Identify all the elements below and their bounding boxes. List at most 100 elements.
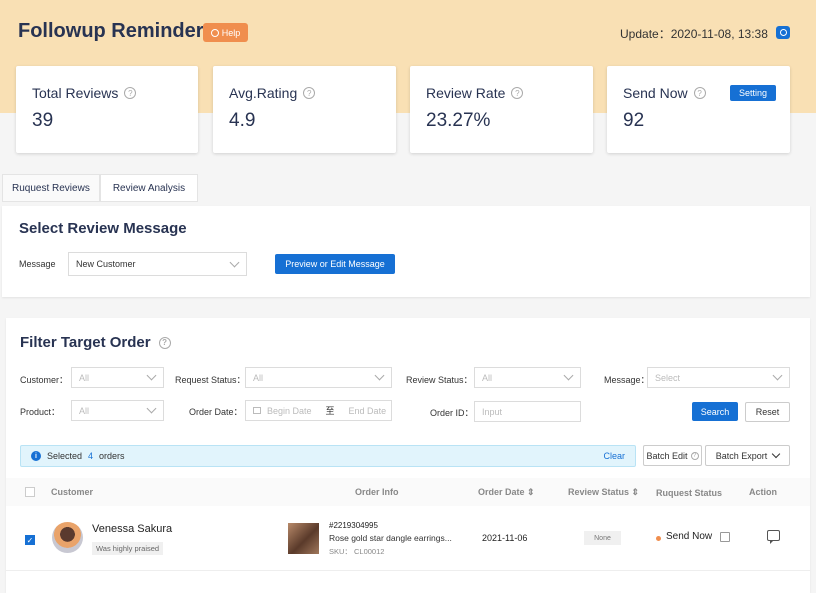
customer-label: Customer： <box>20 375 69 385</box>
stat-card-avg-rating: Avg.Rating? 4.9 <box>213 66 396 153</box>
product-thumbnail <box>288 523 319 554</box>
message-filter-select[interactable]: Select <box>647 367 790 388</box>
setting-button[interactable]: Setting <box>730 85 776 101</box>
tab-review-analysis[interactable]: Review Analysis <box>99 174 199 202</box>
product-sku: SKU： CL00012 <box>329 547 385 556</box>
selected-suffix: orders <box>99 451 125 461</box>
message-filter-label: Message： <box>604 375 650 385</box>
filter-order-card: Filter Target Order ? Customer： All Requ… <box>6 318 810 593</box>
customer-select-value: All <box>79 372 90 383</box>
customer-tag: Was highly praised <box>92 542 164 555</box>
question-icon[interactable]: ? <box>303 87 316 99</box>
stat-value: 92 <box>623 110 645 131</box>
column-order-date[interactable]: Order Date ⇕ <box>478 487 535 498</box>
begin-date-input[interactable]: Begin Date <box>267 406 312 416</box>
status-dot-icon <box>656 536 661 541</box>
select-message-card: Select Review Message Message New Custom… <box>2 206 810 297</box>
column-action: Action <box>749 487 777 497</box>
refresh-icon <box>779 29 787 36</box>
order-id-placeholder: Input <box>482 406 503 417</box>
chevron-down-icon <box>146 403 157 414</box>
order-id-label: Order ID： <box>430 408 474 418</box>
request-status-value: All <box>253 372 264 383</box>
preview-edit-message-button[interactable]: Preview or Edit Message <box>275 254 395 274</box>
selected-count: 4 <box>88 451 94 461</box>
page-title: Followup Reminder <box>18 20 204 42</box>
help-icon <box>210 28 219 37</box>
customer-select[interactable]: All <box>71 367 164 388</box>
column-customer: Customer <box>51 487 94 497</box>
stat-label: Total Reviews <box>32 85 119 101</box>
calendar-icon <box>253 407 261 414</box>
row-checkbox[interactable]: ✓ <box>25 535 35 545</box>
chevron-down-icon <box>772 449 781 459</box>
help-label: Help <box>221 27 241 38</box>
review-status-value: All <box>482 372 493 383</box>
message-select[interactable]: New Customer <box>68 252 247 276</box>
request-status: Send Now <box>666 531 713 542</box>
stat-card-review-rate: Review Rate? 23.27% <box>410 66 593 153</box>
order-date-label: Order Date： <box>189 407 243 417</box>
section-title: Filter Target Order ? <box>20 334 171 351</box>
question-icon: ? <box>690 451 699 460</box>
chevron-down-icon <box>563 370 574 381</box>
clear-selection-link[interactable]: Clear <box>603 451 625 461</box>
table-row: ✓ Venessa Sakura Was highly praised #221… <box>6 506 810 571</box>
section-title: Select Review Message <box>19 220 187 237</box>
column-request-status: Ruquest Status <box>656 488 723 498</box>
help-button[interactable]: Help <box>203 23 248 42</box>
question-icon[interactable]: ? <box>124 87 137 99</box>
column-review-status[interactable]: Review Status ⇕ <box>568 487 639 498</box>
selected-prefix: Selected <box>47 451 83 461</box>
review-status-select[interactable]: All <box>474 367 581 388</box>
product-select[interactable]: All <box>71 400 164 421</box>
update-timestamp: Update：2020-11-08, 13:38 <box>620 27 768 41</box>
order-id-input[interactable]: Input <box>474 401 581 422</box>
refresh-button[interactable] <box>776 26 790 39</box>
stat-label: Send Now <box>623 85 688 101</box>
customer-name[interactable]: Venessa Sakura <box>92 523 172 535</box>
chevron-down-icon <box>374 370 385 381</box>
selection-alert: i Selected 4 orders Clear <box>20 445 636 467</box>
stat-card-send-now: Send Now? Setting 92 <box>607 66 790 153</box>
product-name: Rose gold star dangle earrings... <box>329 533 452 543</box>
filter-title: Filter Target Order <box>20 334 151 351</box>
product-select-value: All <box>79 405 90 416</box>
date-separator: 至 <box>325 406 335 416</box>
select-all-checkbox[interactable] <box>25 487 35 497</box>
stat-value: 39 <box>32 110 54 131</box>
review-status-label: Review Status： <box>406 375 473 385</box>
batch-edit-label: Batch Edit <box>646 450 688 461</box>
message-icon[interactable] <box>767 530 780 544</box>
edit-icon[interactable] <box>720 532 730 542</box>
avatar <box>52 522 83 553</box>
order-date-range[interactable]: Begin Date 至 End Date <box>245 400 392 421</box>
tab-request-reviews[interactable]: Ruquest Reviews <box>2 174 100 202</box>
tab-bar: Ruquest Reviews Review Analysis <box>2 174 199 202</box>
info-icon: i <box>31 451 41 461</box>
review-status-badge: None <box>584 531 621 545</box>
stat-value: 23.27% <box>426 110 491 131</box>
message-filter-placeholder: Select <box>655 372 681 383</box>
column-order-info: Order Info <box>355 487 399 497</box>
request-status-select[interactable]: All <box>245 367 392 388</box>
stat-card-total-reviews: Total Reviews? 39 <box>16 66 198 153</box>
search-button[interactable]: Search <box>692 402 738 421</box>
message-label: Message <box>19 259 56 269</box>
table-header: Customer Order Info Order Date ⇕ Review … <box>6 478 810 506</box>
chevron-down-icon <box>146 370 157 381</box>
question-icon[interactable]: ? <box>511 87 524 99</box>
batch-export-button[interactable]: Batch Export <box>705 445 790 466</box>
product-label: Product： <box>20 407 61 417</box>
chevron-down-icon <box>772 370 783 381</box>
batch-edit-button[interactable]: Batch Edit ? <box>643 445 702 466</box>
question-icon[interactable]: ? <box>158 336 171 349</box>
stat-value: 4.9 <box>229 110 256 131</box>
reset-button[interactable]: Reset <box>745 402 790 422</box>
question-icon[interactable]: ? <box>693 87 706 99</box>
stat-label: Review Rate <box>426 85 506 101</box>
stat-label: Avg.Rating <box>229 85 298 101</box>
request-status-label: Request Status： <box>175 375 246 385</box>
end-date-input[interactable]: End Date <box>349 406 387 416</box>
batch-export-label: Batch Export <box>715 450 768 461</box>
